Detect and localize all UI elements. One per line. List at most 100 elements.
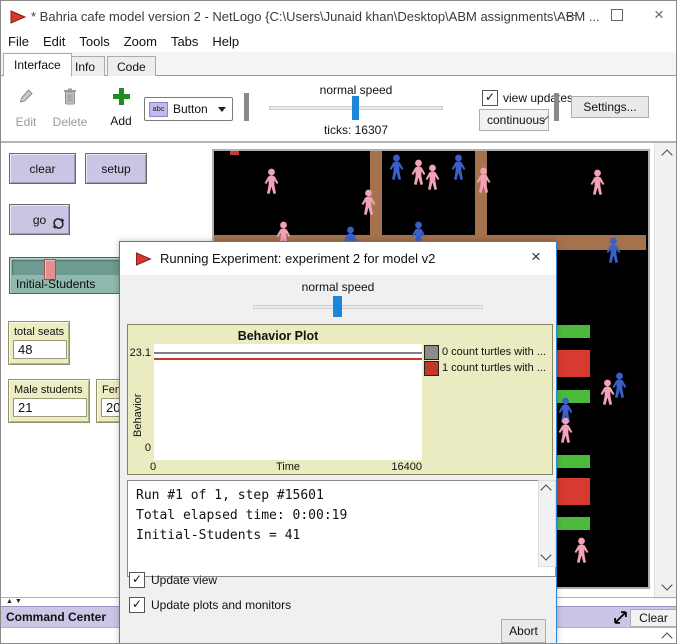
tab-interface[interactable]: Interface: [3, 53, 72, 77]
abort-button[interactable]: Abort: [501, 619, 546, 643]
add-button[interactable]: Add: [103, 87, 139, 128]
legend-swatch-red: [424, 361, 439, 376]
clear-button[interactable]: clear: [9, 153, 76, 184]
running-experiment-dialog: Running Experiment: experiment 2 for mod…: [119, 241, 557, 644]
interface-toolbar: Edit Delete Add abc Button normal speed …: [1, 76, 677, 142]
splitter-arrows-icon[interactable]: ▲▼: [6, 598, 24, 605]
menu-edit[interactable]: Edit: [36, 34, 72, 49]
dialog-speed-track[interactable]: [253, 305, 483, 309]
scroll-up-icon[interactable]: [540, 484, 551, 495]
dialog-title-bar[interactable]: Running Experiment: experiment 2 for mod…: [120, 242, 556, 275]
y-axis-title: Behavior: [132, 373, 144, 437]
close-icon[interactable]: ×: [654, 5, 664, 25]
initial-students-slider[interactable]: Initial-Students: [9, 257, 129, 294]
person-blue: [388, 154, 405, 181]
person-pink: [557, 417, 574, 444]
person-blue: [605, 237, 622, 264]
view-updates-label: view updates: [503, 91, 573, 105]
menu-help[interactable]: Help: [205, 34, 246, 49]
plot-line: [154, 358, 422, 360]
turtle-fragment: [230, 151, 239, 155]
output-line: Initial-Students = 41: [136, 526, 547, 546]
scroll-down-icon[interactable]: [540, 549, 551, 560]
menu-tabs[interactable]: Tabs: [164, 34, 205, 49]
minimize-icon[interactable]: [566, 15, 578, 16]
settings-button[interactable]: Settings...: [571, 96, 649, 118]
plus-icon: [112, 87, 131, 106]
resize-diagonal-icon[interactable]: [613, 610, 628, 625]
update-view-label: Update view: [151, 573, 217, 587]
legend-entry-0: 0 count turtles with ...: [442, 346, 546, 358]
netlogo-flag-icon: [134, 250, 153, 268]
output-line: Run #1 of 1, step #15601: [136, 486, 547, 506]
behavior-plot: Behavior Plot 23.1 0 Behavior 0 Time 164…: [127, 324, 553, 475]
monitor-label: total seats: [14, 326, 64, 338]
person-pink: [589, 169, 606, 196]
netlogo-flag-icon: [9, 8, 27, 26]
menu-zoom[interactable]: Zoom: [117, 34, 164, 49]
run-output[interactable]: Run #1 of 1, step #15601 Total elapsed t…: [127, 480, 556, 577]
toolbar-divider: [1, 141, 677, 143]
scroll-up-icon[interactable]: [661, 149, 672, 160]
menu-tools[interactable]: Tools: [72, 34, 116, 49]
speed-slider-label: normal speed: [301, 83, 411, 97]
person-blue: [611, 372, 628, 399]
widget-type-value: Button: [173, 102, 218, 116]
update-view-checkbox[interactable]: [129, 572, 145, 588]
tab-code[interactable]: Code: [107, 56, 156, 78]
delete-button[interactable]: Delete: [51, 87, 89, 129]
legend-entry-1: 1 count turtles with ...: [442, 362, 546, 374]
go-button[interactable]: go: [9, 204, 70, 235]
add-label: Add: [103, 114, 139, 128]
view-updates-checkbox[interactable]: [482, 90, 498, 106]
title-bar[interactable]: * Bahria cafe model version 2 - NetLogo …: [1, 1, 677, 31]
widget-type-select[interactable]: abc Button: [144, 97, 233, 121]
view-updates-row: view updates: [482, 90, 573, 106]
menu-bar: File Edit Tools Zoom Tabs Help: [1, 31, 677, 52]
vertical-scrollbar[interactable]: [654, 143, 677, 599]
toolbar-separator: [244, 93, 249, 121]
pencil-icon: [17, 87, 35, 107]
scroll-up-icon[interactable]: [661, 632, 672, 643]
maximize-icon[interactable]: [611, 9, 623, 21]
monitor-value: 48: [13, 340, 67, 359]
output-scrollbar[interactable]: [538, 480, 556, 567]
setup-button[interactable]: setup: [85, 153, 147, 184]
plot-title: Behavior Plot: [128, 329, 428, 343]
person-pink: [573, 537, 590, 564]
menu-file[interactable]: File: [1, 34, 36, 49]
speed-slider-thumb[interactable]: [352, 96, 359, 120]
person-pink: [360, 189, 377, 216]
y-axis-min-label: 0: [128, 442, 151, 454]
scroll-down-icon[interactable]: [661, 579, 672, 590]
monitor-value: 21: [13, 398, 87, 417]
plot-line: [154, 352, 422, 354]
command-center-title: Command Center: [6, 610, 106, 624]
ticks-counter: ticks: 16307: [301, 123, 411, 137]
monitor-label: Male students: [14, 384, 82, 396]
legend-swatch-gray: [424, 345, 439, 360]
slider-track[interactable]: [12, 260, 126, 275]
toolbar-separator-2: [554, 93, 559, 121]
plot-area: [154, 344, 422, 460]
update-view-row: Update view: [129, 572, 217, 588]
go-label: go: [33, 213, 46, 227]
person-pink: [475, 167, 492, 194]
dialog-close-icon[interactable]: ×: [524, 247, 548, 267]
trash-icon: [62, 87, 78, 107]
edit-button[interactable]: Edit: [9, 87, 43, 129]
forever-loop-icon: [52, 217, 65, 230]
netlogo-window: * Bahria cafe model version 2 - NetLogo …: [0, 0, 677, 644]
dialog-speed-thumb[interactable]: [333, 296, 342, 317]
dropdown-arrow-icon: [218, 107, 226, 112]
person-pink: [263, 168, 280, 195]
slider-label: Initial-Students: [16, 277, 95, 291]
update-mode-select[interactable]: continuous: [479, 109, 549, 131]
update-plots-label: Update plots and monitors: [151, 598, 291, 612]
update-plots-checkbox[interactable]: [129, 597, 145, 613]
update-plots-row: Update plots and monitors: [129, 597, 291, 613]
command-center-clear-button[interactable]: Clear: [630, 609, 677, 627]
dialog-title: Running Experiment: experiment 2 for mod…: [160, 251, 435, 266]
edit-label: Edit: [9, 115, 43, 129]
window-title: * Bahria cafe model version 2 - NetLogo …: [31, 9, 600, 24]
